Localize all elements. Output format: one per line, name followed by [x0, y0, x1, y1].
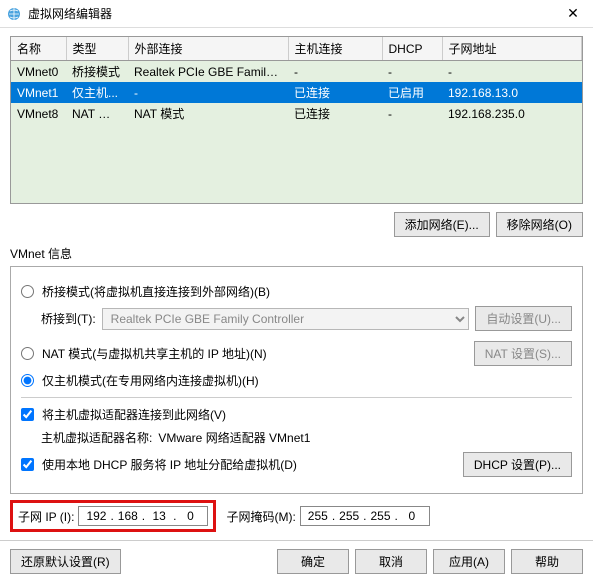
ok-button[interactable]: 确定	[277, 549, 349, 574]
check-dhcp[interactable]	[21, 458, 34, 471]
bridged-to-label: 桥接到(T):	[41, 310, 96, 327]
bridged-to-select: Realtek PCIe GBE Family Controller	[102, 308, 470, 330]
remove-network-button[interactable]: 移除网络(O)	[496, 212, 583, 237]
table-header[interactable]: 名称	[11, 37, 66, 61]
cancel-button[interactable]: 取消	[355, 549, 427, 574]
subnet-mask-label: 子网掩码(M):	[226, 508, 295, 525]
window-title: 虚拟网络编辑器	[28, 5, 559, 22]
table-header[interactable]: 类型	[66, 37, 128, 61]
radio-bridged[interactable]	[21, 285, 34, 298]
radio-hostonly-label: 仅主机模式(在专用网络内连接虚拟机)(H)	[42, 372, 259, 389]
check-host-adapter[interactable]	[21, 408, 34, 421]
host-adapter-name-value: VMware 网络适配器 VMnet1	[158, 429, 310, 446]
help-button[interactable]: 帮助	[511, 549, 583, 574]
table-row[interactable]: VMnet1仅主机...-已连接已启用192.168.13.0	[11, 82, 582, 103]
close-icon[interactable]: ✕	[559, 5, 587, 22]
group-title: VMnet 信息	[10, 245, 583, 262]
table-header[interactable]: 外部连接	[128, 37, 288, 61]
app-icon	[6, 6, 22, 22]
network-table[interactable]: 名称类型外部连接主机连接DHCP子网地址 VMnet0桥接模式Realtek P…	[10, 36, 583, 204]
nat-settings-button: NAT 设置(S)...	[474, 341, 572, 366]
radio-nat[interactable]	[21, 347, 34, 360]
apply-button[interactable]: 应用(A)	[433, 549, 505, 574]
table-row[interactable]: VMnet8NAT 模式NAT 模式已连接-192.168.235.0	[11, 103, 582, 124]
radio-bridged-label: 桥接模式(将虚拟机直接连接到外部网络)(B)	[42, 283, 270, 300]
radio-nat-label: NAT 模式(与虚拟机共享主机的 IP 地址)(N)	[42, 345, 267, 362]
table-header[interactable]: 主机连接	[288, 37, 382, 61]
subnet-ip-input[interactable]: 192. 168. 13. 0	[78, 506, 208, 526]
auto-settings-button: 自动设置(U)...	[475, 306, 572, 331]
check-dhcp-label: 使用本地 DHCP 服务将 IP 地址分配给虚拟机(D)	[42, 456, 297, 473]
host-adapter-name-label: 主机虚拟适配器名称:	[41, 429, 152, 446]
table-header[interactable]: DHCP	[382, 37, 442, 61]
add-network-button[interactable]: 添加网络(E)...	[394, 212, 490, 237]
restore-defaults-button[interactable]: 还原默认设置(R)	[10, 549, 121, 574]
table-row[interactable]: VMnet0桥接模式Realtek PCIe GBE Family Co...-…	[11, 61, 582, 83]
subnet-mask-input[interactable]: 255. 255. 255. 0	[300, 506, 430, 526]
table-header[interactable]: 子网地址	[442, 37, 582, 61]
dhcp-settings-button[interactable]: DHCP 设置(P)...	[463, 452, 572, 477]
subnet-ip-label: 子网 IP (I):	[18, 508, 74, 525]
check-host-adapter-label: 将主机虚拟适配器连接到此网络(V)	[42, 406, 226, 423]
radio-hostonly[interactable]	[21, 374, 34, 387]
